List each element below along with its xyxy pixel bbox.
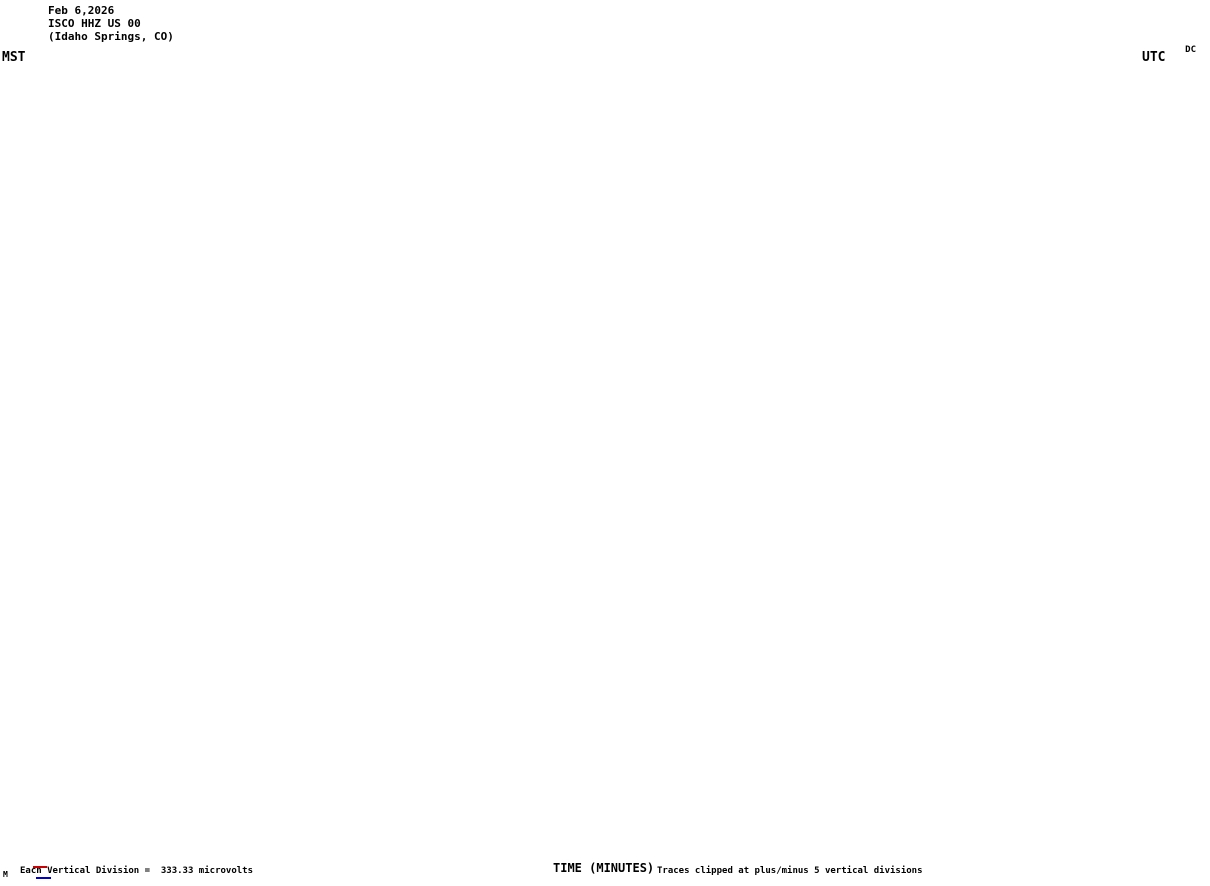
dc-column-header: DC — [1156, 45, 1196, 55]
blue-underline-artifact — [36, 877, 51, 879]
header-location: (Idaho Springs, CO) — [48, 30, 174, 43]
header-date: Feb 6,2026 — [48, 4, 114, 17]
seismogram-plot — [52, 46, 1131, 843]
header-station: ISCO HHZ US 00 — [48, 17, 141, 30]
red-overline-artifact — [33, 866, 47, 868]
x-axis-ticks — [52, 843, 1132, 855]
helicorder-page: Feb 6,2026 ISCO HHZ US 00 (Idaho Springs… — [0, 0, 1210, 886]
clip-note: Traces clipped at plus/minus 5 vertical … — [657, 866, 923, 876]
scale-note: Each Vertical Division = 333.33 microvol… — [20, 866, 253, 876]
x-axis-title: TIME (MINUTES) — [553, 861, 654, 875]
corner-logo: M — [3, 870, 8, 879]
left-timezone-label: MST — [2, 50, 25, 65]
